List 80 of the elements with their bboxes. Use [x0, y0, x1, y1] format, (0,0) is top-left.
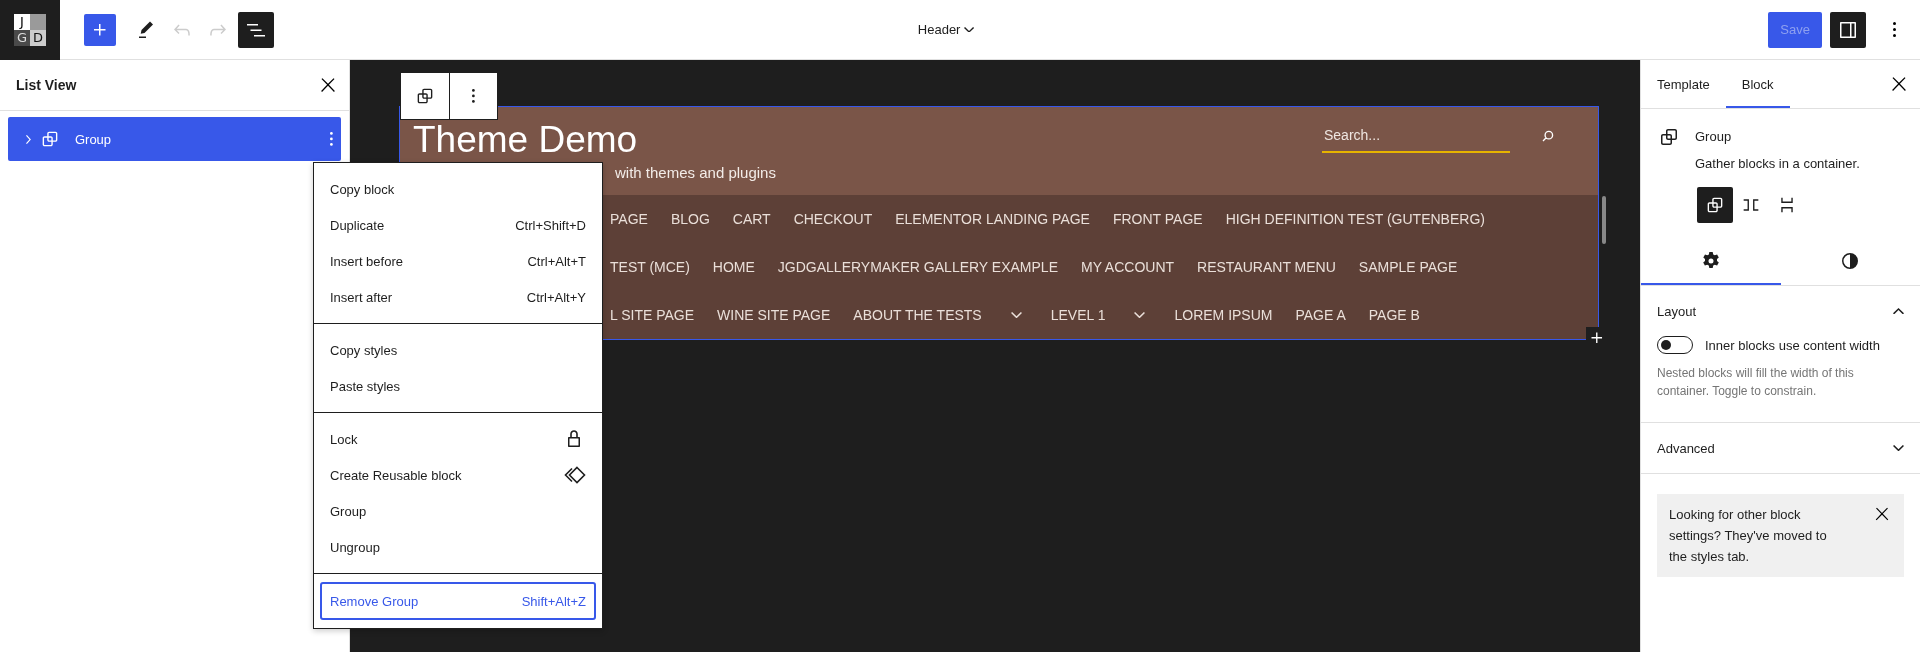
menu-item[interactable]: Remove Group Shift+Alt+Z [320, 582, 596, 620]
nav-link[interactable]: LEVEL 1 [1050, 307, 1106, 323]
menu-item-label: Copy styles [330, 342, 398, 358]
chevron-down-icon [964, 26, 975, 33]
document-title[interactable]: Header [911, 21, 981, 38]
nav-link[interactable]: HIGH DEFINITION TEST (GUTENBERG) [1225, 211, 1485, 227]
keyboard-shortcut: Shift+Alt+Z [521, 593, 586, 609]
panel-header[interactable]: Layout [1657, 286, 1904, 336]
site-tagline: with themes and plugins [615, 164, 776, 181]
search-field[interactable]: Search... [1322, 119, 1510, 153]
menu-item[interactable]: Copy block [314, 171, 602, 207]
chevron-down-icon [1893, 444, 1904, 452]
nav-link[interactable]: L SITE PAGE [610, 307, 695, 323]
more-icon [330, 132, 333, 146]
scrollbar[interactable] [1602, 196, 1606, 244]
menu-item[interactable]: Copy styles [314, 332, 602, 368]
nav-link[interactable]: TEST (MCE) [610, 259, 690, 275]
nav-link[interactable]: FRONT PAGE [1112, 211, 1203, 227]
list-view-button[interactable] [238, 11, 274, 48]
nav-link[interactable]: PAGE B [1368, 307, 1420, 323]
block-description: Gather blocks in a container. [1695, 156, 1860, 171]
variation-button[interactable] [1697, 187, 1733, 223]
nav-link[interactable]: LOREM IPSUM [1174, 307, 1273, 323]
nav-link[interactable]: PAGE [610, 211, 648, 227]
menu-item-label: Ungroup [330, 539, 380, 555]
item-label: Group [74, 131, 113, 147]
toggle-switch[interactable] [1657, 336, 1693, 354]
notice-text: Looking for other block settings? They've moved to the styles tab. [1669, 506, 1828, 566]
site-title[interactable]: Theme Demo [413, 119, 776, 161]
nav-link[interactable]: WINE SITE PAGE [717, 307, 831, 323]
nav-link[interactable]: SAMPLE PAGE [1358, 259, 1458, 275]
keyboard-shortcut: Ctrl+Shift+D [515, 217, 586, 233]
chevron-down-icon [1010, 311, 1022, 319]
more-icon [472, 89, 475, 103]
menu-item-label: Insert before [330, 253, 403, 269]
list-view-item[interactable]: Group [8, 117, 341, 161]
keyboard-shortcut: Ctrl+Alt+T [527, 253, 586, 269]
menu-item[interactable]: Group [314, 493, 602, 529]
keyboard-shortcut: Ctrl+Alt+Y [526, 289, 586, 305]
toggle-label: Inner blocks use content width [1705, 337, 1880, 353]
nav-link[interactable]: RESTAURANT MENU [1197, 259, 1336, 275]
nav-link[interactable]: CHECKOUT [793, 211, 873, 227]
menu-item-label: Create Reusable block [330, 467, 462, 483]
menu-item[interactable]: Insert before Ctrl+Alt+T [314, 243, 602, 279]
chevron-up-icon [1893, 307, 1904, 315]
panel-header[interactable]: Advanced [1657, 423, 1904, 473]
panel-title: List View [16, 77, 77, 93]
menu-item-label: Remove Group [330, 593, 419, 609]
nav-link[interactable]: ELEMENTOR LANDING PAGE [895, 211, 1090, 227]
sidebar-tab[interactable]: Template [1641, 60, 1726, 108]
nav-link[interactable]: ABOUT THE TESTS [853, 307, 982, 323]
menu-item[interactable]: Create Reusable block [314, 457, 602, 493]
nav-link[interactable]: BLOG [670, 211, 710, 227]
nav-link[interactable]: JGDGALLERYMAKER GALLERY EXAMPLE [777, 259, 1058, 275]
menu-item-label: Duplicate [330, 217, 385, 233]
panel-title: Advanced [1657, 440, 1715, 456]
menu-item[interactable]: Duplicate Ctrl+Shift+D [314, 207, 602, 243]
menu-item[interactable]: Paste styles [314, 368, 602, 404]
menu-item[interactable]: Ungroup [314, 529, 602, 565]
menu-item-label: Insert after [330, 289, 393, 305]
nav-link[interactable]: CART [732, 211, 771, 227]
add-button[interactable] [84, 13, 116, 46]
nav-link[interactable]: HOME [712, 259, 755, 275]
panel-title: Layout [1657, 303, 1697, 319]
menu-item-label: Group [330, 503, 367, 519]
menu-item-label: Paste styles [330, 378, 401, 394]
chevron-down-icon [1134, 311, 1146, 319]
settings-toggle-button[interactable] [1830, 11, 1866, 48]
nav-link[interactable]: PAGE A [1295, 307, 1346, 323]
more-icon [1892, 22, 1896, 37]
nav-link[interactable]: MY ACCOUNT [1081, 259, 1175, 275]
chevron-right-icon [26, 134, 31, 144]
block-name: Group [1695, 129, 1733, 144]
menu-item-label: Lock [330, 431, 358, 447]
sidebar-tab[interactable]: Block [1725, 60, 1790, 108]
site-logo[interactable]: J G D [0, 0, 60, 60]
menu-item[interactable]: Insert after Ctrl+Alt+Y [314, 279, 602, 315]
help-text: Nested blocks will fill the width of this container. Toggle to constrain. [1657, 365, 1855, 400]
menu-item[interactable]: Lock [314, 421, 602, 457]
menu-item-label: Copy block [330, 181, 395, 197]
